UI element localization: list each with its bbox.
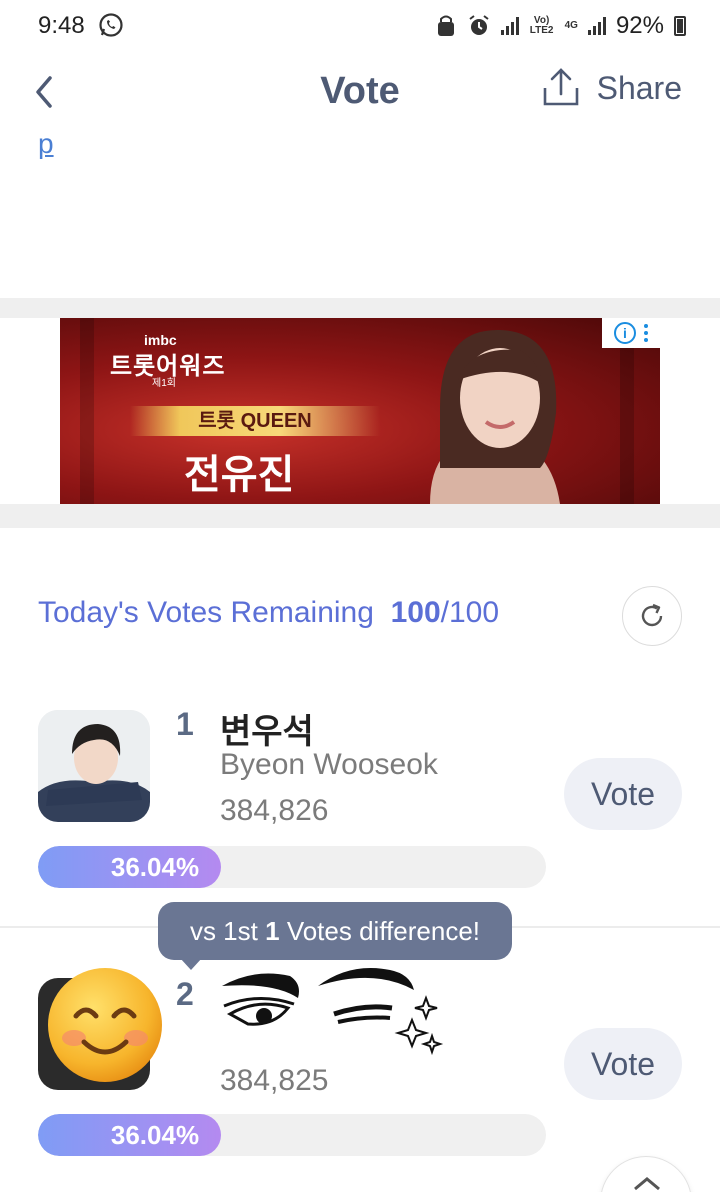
candidate-vote-count: 384,825 <box>220 1064 329 1097</box>
share-icon <box>543 68 578 106</box>
candidate-photo <box>38 710 150 822</box>
candidate-rank: 1 <box>176 706 194 742</box>
status-icons: Vo) LTE2 4G 92% <box>435 10 686 42</box>
vote-percent: 36.04% <box>110 851 200 882</box>
ad-person-photo <box>430 329 560 504</box>
section-divider <box>0 298 720 318</box>
vote-button[interactable]: Vote <box>564 1028 682 1100</box>
lte-label: Vo) LTE2 <box>529 15 554 36</box>
scroll-to-top-button[interactable] <box>600 1156 692 1192</box>
ad-banner[interactable]: imbc 트롯어워즈 제1회 트롯 QUEEN 전유진 i <box>60 318 660 504</box>
vote-percent: 36.04% <box>110 1119 200 1150</box>
status-bar: 9:48 Vo) LTE2 4G 92% <box>0 0 720 54</box>
candidate-avatar[interactable] <box>38 710 150 822</box>
battery-percent: 92% <box>615 12 664 39</box>
ad-name: 전유진 <box>184 453 295 497</box>
tooltip-prefix: vs 1st <box>189 916 258 946</box>
votes-remaining-current: 100 <box>390 596 441 629</box>
section-divider <box>0 504 720 528</box>
votes-remaining: Today's Votes Remaining 100/100 <box>38 596 499 630</box>
top-nav: Vote Share <box>0 54 720 130</box>
refresh-button[interactable] <box>622 586 682 646</box>
candidate-name-en: Byeon Wooseok <box>220 748 438 781</box>
alarm-lock-icon <box>437 15 454 36</box>
tooltip-tail <box>180 958 202 970</box>
vote-progress-fill: 36.04% <box>38 1114 222 1156</box>
alarm-icon <box>469 15 489 35</box>
signal-icon-2 <box>587 17 606 35</box>
vote-difference-tooltip: vs 1st 1 Votes difference! <box>158 902 512 960</box>
signal-icon <box>500 17 519 35</box>
vote-button[interactable]: Vote <box>564 758 682 830</box>
curtain-fold <box>80 318 94 504</box>
tooltip-suffix: Votes difference! <box>286 916 481 946</box>
vote-progress-bar: 36.04% <box>38 1114 546 1156</box>
ad-info[interactable]: i <box>602 318 660 348</box>
votes-remaining-label: Today's Votes Remaining <box>38 596 374 629</box>
info-icon: i <box>614 322 636 344</box>
vote-progress-bar: 36.04% <box>38 846 546 888</box>
votes-remaining-total: /100 <box>440 596 500 629</box>
candidate-name-ko: 변우석 <box>220 713 314 751</box>
vote-progress-fill: 36.04% <box>38 846 222 888</box>
tooltip-count: 1 <box>265 916 280 946</box>
candidate-vote-count: 384,826 <box>220 794 329 827</box>
name-sticker-image <box>214 962 454 1056</box>
network-label: 4G <box>564 20 578 31</box>
battery-icon <box>674 16 686 36</box>
ad-logo-sub: 제1회 <box>152 378 176 389</box>
smiling-face-icon <box>48 968 162 1082</box>
eyes-sticker-icon <box>222 968 444 1056</box>
more-vertical-icon <box>644 324 648 342</box>
candidate-rank: 2 <box>176 976 194 1012</box>
status-time: 9:48 <box>38 12 85 39</box>
share-button[interactable]: Share <box>539 66 682 110</box>
chevron-up-icon <box>634 1177 660 1191</box>
share-label: Share <box>596 69 682 106</box>
refresh-icon <box>641 603 663 627</box>
ad-banner-ribbon: 트롯 QUEEN <box>130 406 380 436</box>
whatsapp-icon <box>99 13 123 37</box>
partial-link[interactable]: p <box>38 128 54 160</box>
